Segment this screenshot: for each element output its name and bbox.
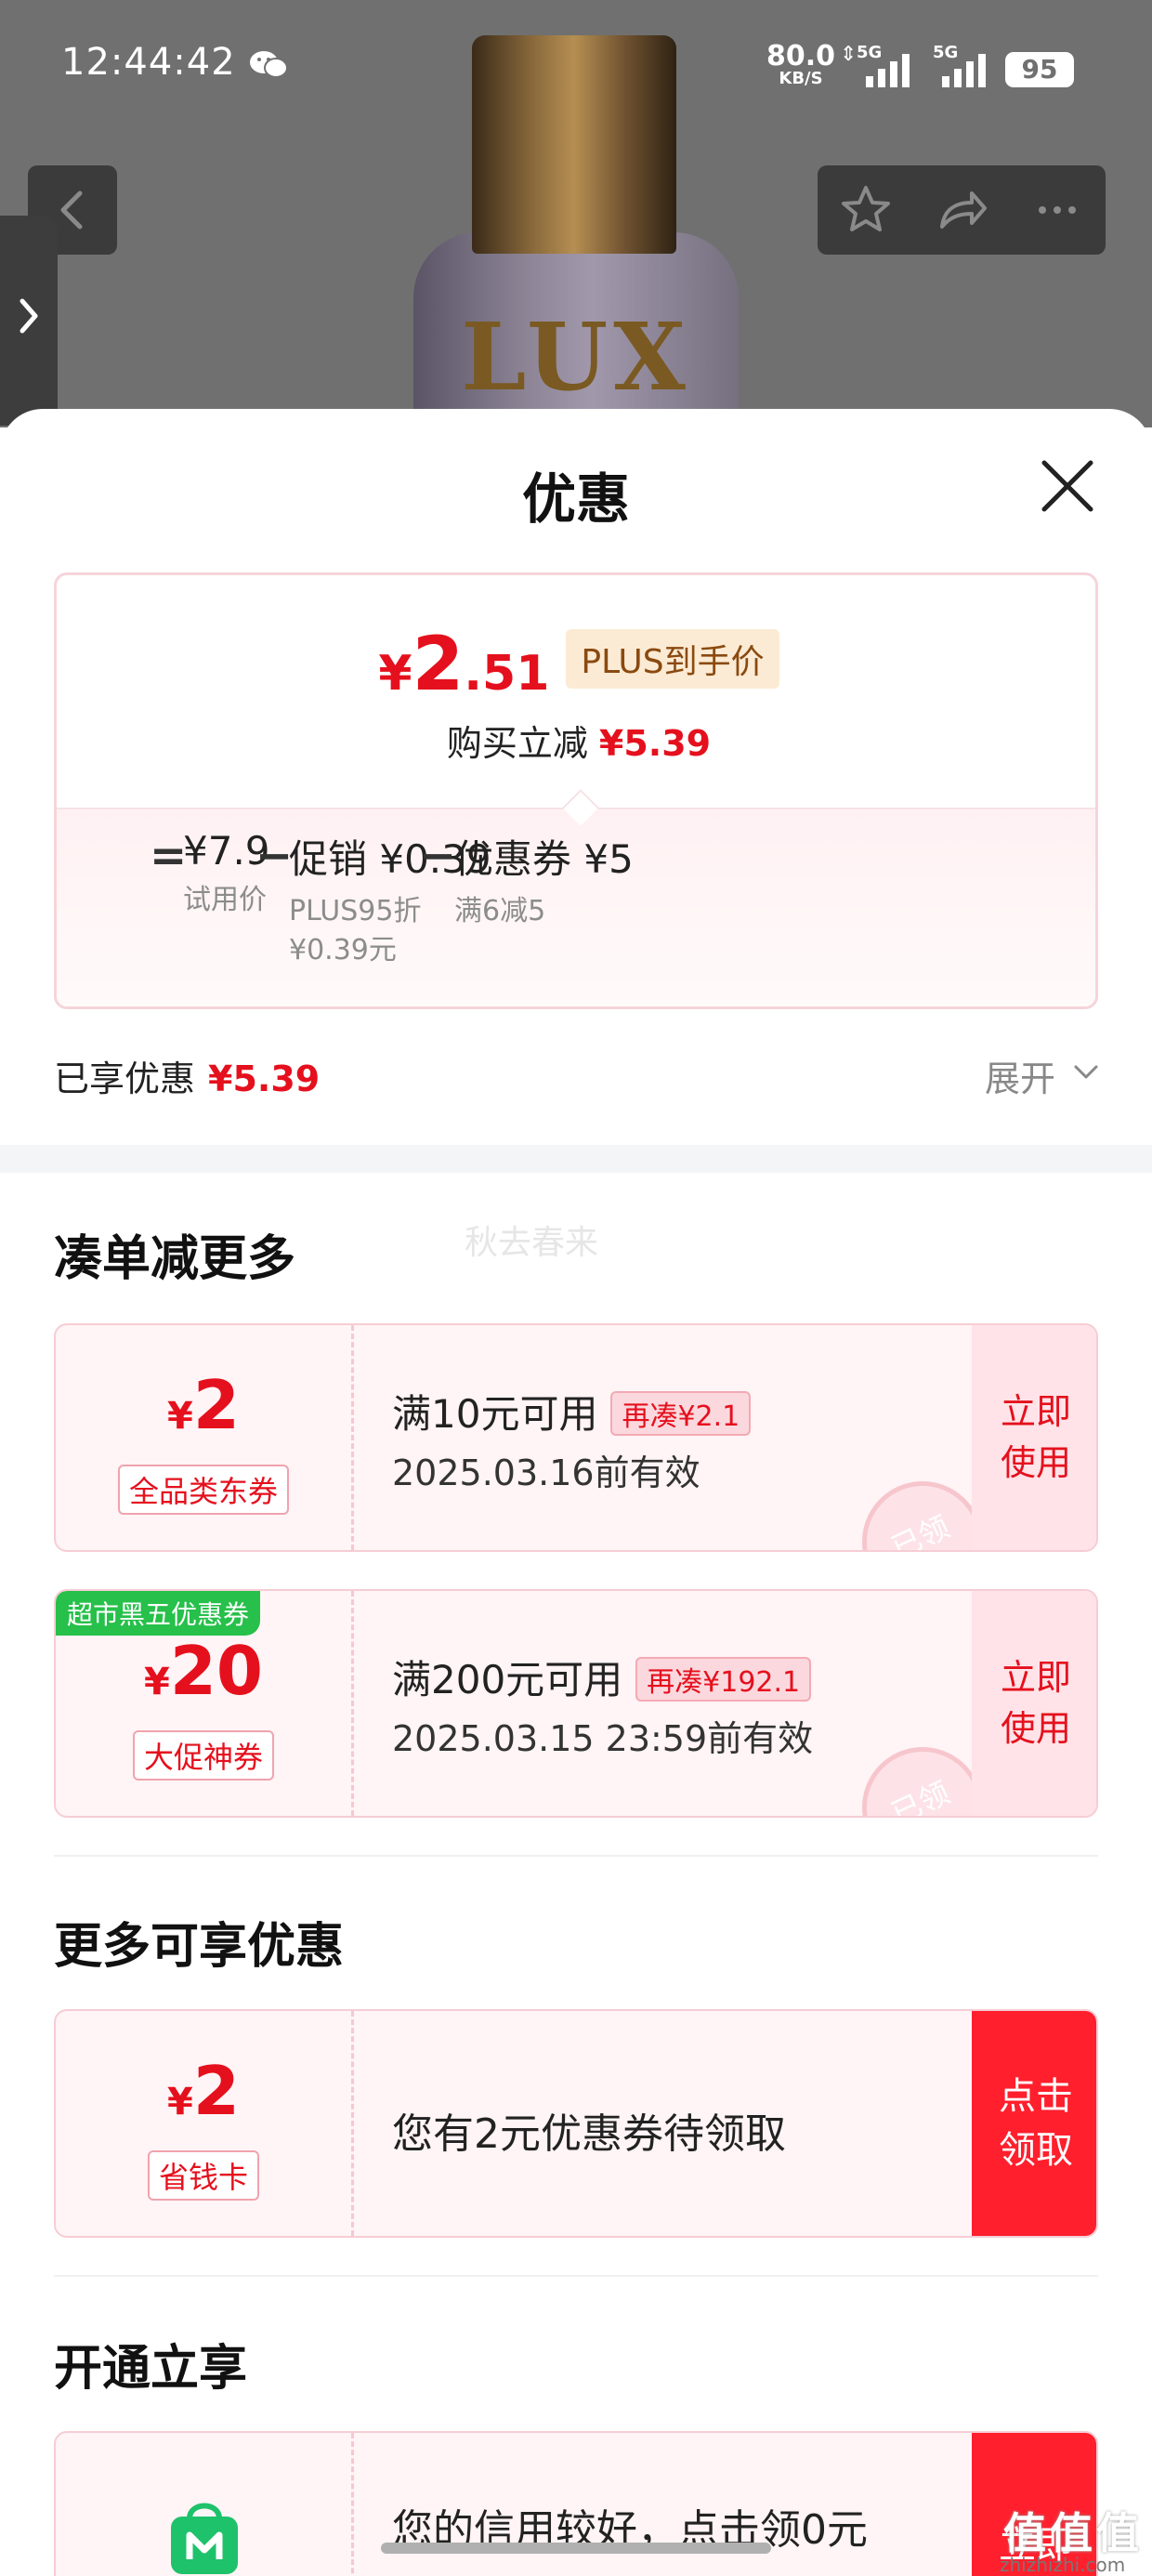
final-price: ¥ 2 .51 PLUS到手价 [57, 627, 1095, 702]
use-now-button[interactable]: 立即 使用 [972, 1591, 1096, 1816]
promo-tag: 超市黑五优惠券 [56, 1591, 261, 1636]
price-breakdown-card: ¥ 2 .51 PLUS到手价 购买立减 ¥5.39 = ¥7.9 试用价 − 促… [54, 572, 1098, 1009]
plus-price-tag: PLUS到手价 [566, 629, 779, 689]
status-time: 12:44:42 [61, 41, 236, 84]
close-button[interactable] [1039, 457, 1096, 515]
use-now-button[interactable]: 立即 使用 [972, 1325, 1096, 1550]
coupon-validity: 2025.03.16前有效 [392, 1452, 700, 1493]
coupon-validity: 2025.03.15 23:59前有效 [392, 1718, 814, 1759]
coupon-type-badge: 省钱卡 [147, 2150, 259, 2201]
add-more-badge: 再凑¥192.1 [635, 1656, 812, 1702]
sheet-title: 优惠 [521, 467, 630, 531]
divider [54, 1855, 1098, 1857]
product-page-backdrop: LUX 12:44:42 80.0 KB/S ⇕ 5G 5G 95 [0, 0, 1152, 427]
site-watermark-logo: 值值值 [1003, 2508, 1143, 2558]
chevron-right-icon [20, 298, 38, 334]
site-watermark-url: zhizhizhi.com [1000, 2554, 1126, 2576]
price-formula: = ¥7.9 试用价 − 促销 ¥0.39 PLUS95折 ¥0.39元 − 优… [57, 828, 1095, 995]
minus-sign: − [419, 830, 457, 882]
status-bar: 12:44:42 80.0 KB/S ⇕ 5G 5G 95 [0, 0, 1152, 139]
side-drawer-tab[interactable] [0, 216, 58, 426]
coupon-condition: 满10元可用 再凑¥2.1 [392, 1383, 752, 1439]
chevron-down-icon [1074, 1065, 1098, 1079]
shopping-bag-icon [171, 2503, 238, 2574]
close-icon [1041, 460, 1093, 512]
coupon-card: 超市黑五优惠券 ¥20 大促神券 满200元可用 再凑¥192.1 2025.03… [54, 1589, 1098, 1818]
coupon-amount: ¥2 [167, 2052, 240, 2130]
section-title-more: 更多可享优惠 [54, 1919, 345, 1975]
share-button[interactable] [916, 165, 1005, 255]
coupon-pending-text: 您有2元优惠券待领取 [392, 2110, 786, 2158]
coupon-amount: ¥2 [167, 1366, 240, 1444]
claim-button[interactable]: 点击 领取 [972, 2011, 1096, 2236]
nav-actions [818, 165, 1106, 255]
wechat-icon [250, 51, 288, 78]
signal-icon: 5G [857, 43, 914, 87]
divider [54, 2275, 1098, 2277]
add-more-badge: 再凑¥2.1 [610, 1390, 752, 1436]
more-icon [1039, 206, 1076, 214]
section-title-open: 开通立享 [54, 2341, 248, 2397]
section-divider [0, 1145, 1152, 1173]
favorite-button[interactable] [821, 165, 910, 255]
coupon-condition: 满200元可用 再凑¥192.1 [392, 1649, 812, 1705]
signal-icon: 5G [933, 43, 990, 87]
battery-icon: 95 [1005, 52, 1074, 87]
credit-offer-card: 您的信用较好，点击领0元 立即 [54, 2431, 1098, 2576]
section-title-combine: 凑单减更多 [54, 1231, 296, 1287]
more-button[interactable] [1013, 165, 1102, 255]
coupon-card: ¥2 全品类东券 满10元可用 再凑¥2.1 2025.03.16前有效 已领 立… [54, 1323, 1098, 1552]
home-indicator[interactable] [381, 2543, 771, 2554]
equals-sign: = [150, 830, 188, 882]
share-icon [940, 191, 987, 229]
saving-card-coupon: ¥2 省钱卡 您有2元优惠券待领取 点击 领取 [54, 2009, 1098, 2238]
data-transfer-icon: ⇕ [840, 43, 857, 66]
network-speed: 80.0 KB/S [766, 40, 836, 88]
star-icon [842, 186, 890, 231]
discount-sheet: 优惠 ¥ 2 .51 PLUS到手价 购买立减 ¥5.39 = ¥7.9 试用价 … [0, 409, 1152, 2576]
coupon-type-badge: 全品类东券 [117, 1465, 289, 1515]
watermark: 秋去春来 [465, 1224, 599, 1262]
coupon-amount: ¥20 [143, 1632, 264, 1710]
instant-cut: 购买立减 ¥5.39 [446, 723, 712, 764]
coupon-type-badge: 大促神券 [132, 1730, 274, 1781]
expand-button[interactable]: 展开 [985, 1050, 1055, 1101]
minus-sign: − [255, 830, 294, 882]
enjoyed-discount: 已享优惠 ¥5.39 [54, 1058, 321, 1099]
coupon-discount: 优惠券 ¥5 满6减5 [454, 836, 634, 927]
brand-logo: LUX [461, 302, 691, 412]
